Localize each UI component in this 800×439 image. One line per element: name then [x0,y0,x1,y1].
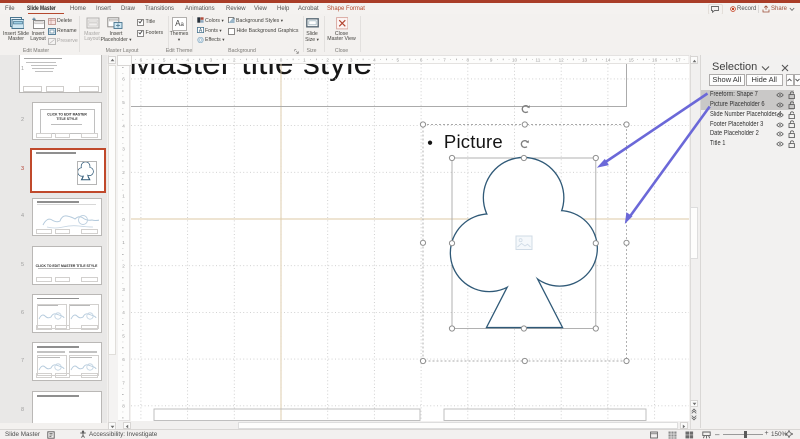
svg-text:1: 1 [256,58,259,63]
svg-text:5: 5 [122,334,125,339]
svg-text:6: 6 [122,77,125,82]
svg-text:2: 2 [326,58,329,63]
svg-text:4: 4 [122,123,125,128]
svg-text:4: 4 [122,310,125,315]
svg-text:3: 3 [122,287,125,292]
svg-text:4: 4 [373,58,376,63]
svg-text:6: 6 [140,58,143,63]
svg-text:9: 9 [490,58,493,63]
svg-text:8: 8 [122,404,125,409]
svg-text:16: 16 [652,58,658,63]
svg-text:3: 3 [122,147,125,152]
svg-text:11: 11 [536,58,541,63]
svg-text:6: 6 [122,357,125,362]
svg-text:0: 0 [122,217,125,222]
svg-text:13: 13 [582,58,588,63]
svg-text:8: 8 [467,58,470,63]
svg-text:1: 1 [303,58,306,63]
svg-text:12: 12 [559,58,565,63]
svg-text:5: 5 [163,58,166,63]
svg-text:0: 0 [280,58,283,63]
svg-text:5: 5 [122,100,125,105]
svg-text:2: 2 [233,58,236,63]
svg-text:7: 7 [443,58,446,63]
svg-text:7: 7 [122,380,125,385]
svg-text:10: 10 [512,58,518,63]
svg-text:1: 1 [122,194,125,199]
svg-text:3: 3 [350,58,353,63]
svg-text:5: 5 [397,58,400,63]
svg-text:15: 15 [629,58,635,63]
svg-text:2: 2 [122,264,125,269]
svg-text:3: 3 [210,58,213,63]
svg-text:6: 6 [420,58,423,63]
svg-text:17: 17 [675,58,681,63]
svg-text:1: 1 [122,240,125,245]
svg-text:2: 2 [122,170,125,175]
svg-text:14: 14 [605,58,611,63]
svg-text:4: 4 [186,58,189,63]
